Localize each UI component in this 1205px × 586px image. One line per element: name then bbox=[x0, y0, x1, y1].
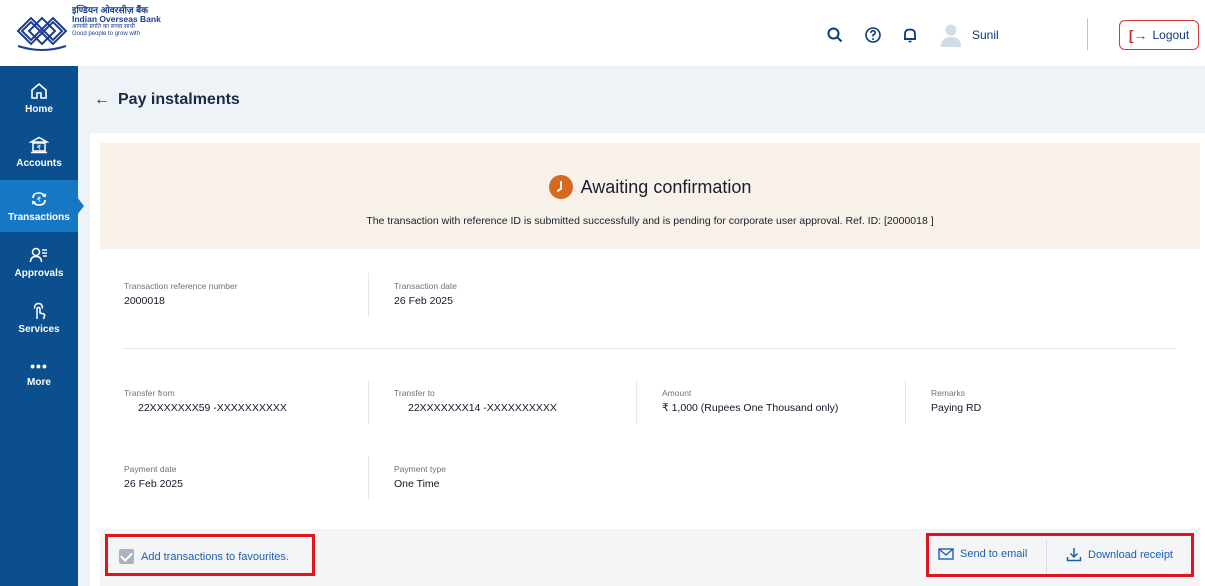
sidebar-item-services[interactable]: Services bbox=[0, 292, 78, 344]
status-title: Awaiting confirmation bbox=[580, 176, 752, 197]
status-banner: Awaiting confirmation The transaction wi… bbox=[100, 143, 1200, 249]
transfer-from-field: Transfer from 22XXXXXXX59 -XXXXXXXXXX bbox=[124, 388, 287, 414]
logout-button[interactable]: [→ Logout bbox=[1119, 20, 1199, 50]
services-icon bbox=[33, 302, 46, 319]
transfer-to-value: 22XXXXXXX14 -XXXXXXXXXX bbox=[408, 402, 557, 414]
home-icon bbox=[31, 82, 47, 99]
field-divider bbox=[368, 273, 369, 317]
sidebar-item-label: Home bbox=[25, 103, 53, 115]
amount-value: ₹ 1,000 (Rupees One Thousand only) bbox=[662, 402, 839, 414]
active-indicator bbox=[77, 197, 84, 215]
svg-text:₹: ₹ bbox=[37, 196, 42, 204]
back-arrow-icon[interactable]: ← bbox=[94, 91, 110, 109]
help-icon[interactable] bbox=[864, 26, 882, 44]
field-divider bbox=[636, 380, 637, 424]
user-avatar-icon bbox=[941, 24, 961, 47]
bell-icon[interactable] bbox=[901, 26, 919, 44]
page-header: ← Pay instalments bbox=[94, 91, 240, 109]
sidebar-item-more[interactable]: ••• More bbox=[0, 348, 78, 400]
more-icon: ••• bbox=[30, 357, 48, 374]
txn-ref-field: Transaction reference number 2000018 bbox=[124, 281, 238, 307]
remarks-label: Remarks bbox=[931, 388, 966, 398]
approvals-icon bbox=[29, 247, 47, 262]
txn-ref-label: Transaction reference number bbox=[124, 281, 238, 291]
actions-highlight-box bbox=[926, 533, 1194, 577]
sidebar-item-transactions[interactable]: ₹ Transactions bbox=[0, 180, 84, 232]
sidebar: Home ₹ Accounts ₹ Transactions Approvals… bbox=[0, 66, 84, 586]
payment-type-label: Payment type bbox=[394, 464, 446, 474]
status-message: The transaction with reference ID is sub… bbox=[366, 215, 934, 227]
header-divider bbox=[1087, 18, 1088, 50]
svg-text:₹: ₹ bbox=[37, 144, 42, 152]
user-name: Sunil bbox=[972, 28, 999, 42]
bank-logo[interactable]: इण्डियन ओवरसीज़ बैंक Indian Overseas Ban… bbox=[14, 5, 161, 56]
field-divider bbox=[368, 456, 369, 500]
remarks-field: Remarks Paying RD bbox=[931, 388, 981, 414]
transfer-icon: ₹ bbox=[31, 191, 47, 206]
amount-label: Amount bbox=[662, 388, 692, 398]
user-menu[interactable]: Sunil bbox=[938, 22, 999, 48]
bank-logo-icon bbox=[16, 16, 68, 51]
top-header: इण्डियन ओवरसीज़ बैंक Indian Overseas Ban… bbox=[0, 0, 1205, 66]
sidebar-item-accounts[interactable]: ₹ Accounts bbox=[0, 126, 78, 178]
txn-ref-value: 2000018 bbox=[124, 295, 165, 307]
logout-icon: [→ bbox=[1128, 27, 1148, 43]
payment-date-label: Payment date bbox=[124, 464, 177, 474]
txn-date-value: 26 Feb 2025 bbox=[394, 295, 453, 307]
search-icon[interactable] bbox=[826, 26, 844, 44]
sidebar-item-label: Approvals bbox=[14, 267, 64, 279]
sidebar-item-home[interactable]: Home bbox=[0, 72, 78, 124]
amount-field: Amount ₹ 1,000 (Rupees One Thousand only… bbox=[662, 388, 838, 414]
transfer-from-label: Transfer from bbox=[124, 388, 175, 398]
sidebar-item-label: Services bbox=[18, 323, 60, 335]
transfer-to-label: Transfer to bbox=[394, 388, 435, 398]
transaction-card: Awaiting confirmation The transaction wi… bbox=[90, 133, 1205, 586]
payment-date-value: 26 Feb 2025 bbox=[124, 478, 183, 490]
transfer-from-value: 22XXXXXXX59 -XXXXXXXXXX bbox=[138, 402, 287, 414]
transfer-to-field: Transfer to 22XXXXXXX14 -XXXXXXXXXX bbox=[394, 388, 557, 414]
txn-date-label: Transaction date bbox=[394, 281, 457, 291]
sidebar-item-approvals[interactable]: Approvals bbox=[0, 236, 78, 288]
txn-date-field: Transaction date 26 Feb 2025 bbox=[394, 281, 457, 307]
remarks-value: Paying RD bbox=[931, 402, 982, 414]
bank-tagline: Good people to grow with bbox=[72, 30, 141, 37]
logout-label: Logout bbox=[1152, 28, 1190, 42]
section-divider bbox=[124, 348, 1176, 349]
field-divider bbox=[368, 380, 369, 424]
page-title: Pay instalments bbox=[118, 91, 240, 108]
sidebar-item-label: Transactions bbox=[8, 211, 70, 223]
field-divider bbox=[905, 380, 906, 424]
sidebar-item-label: Accounts bbox=[16, 157, 62, 169]
payment-type-value: One Time bbox=[394, 478, 440, 490]
bank-icon: ₹ bbox=[29, 136, 49, 153]
payment-date-field: Payment date 26 Feb 2025 bbox=[124, 464, 183, 490]
clock-icon bbox=[548, 175, 573, 199]
favourites-highlight-box bbox=[105, 534, 315, 576]
sidebar-item-label: More bbox=[27, 376, 51, 388]
payment-type-field: Payment type One Time bbox=[394, 464, 446, 490]
